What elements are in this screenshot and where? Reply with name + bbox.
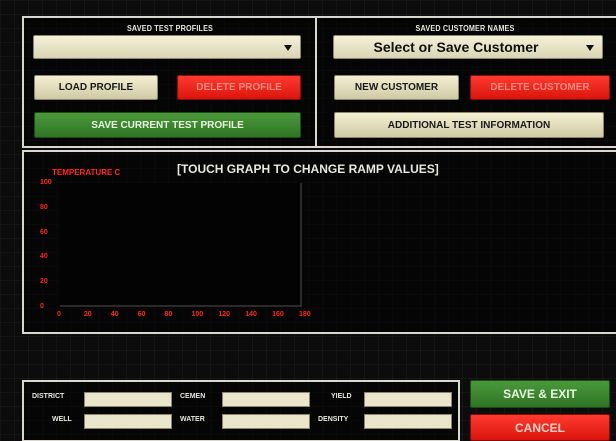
delete-customer-button[interactable]: DELETE CUSTOMER: [470, 75, 610, 100]
x-tick-label: 180: [299, 311, 311, 318]
x-tick-label: 140: [245, 311, 257, 318]
water-field[interactable]: [222, 414, 310, 429]
ramp-graph-plot[interactable]: [60, 183, 302, 307]
x-tick-label: 160: [272, 311, 284, 318]
top-panel-divider: [315, 18, 317, 146]
district-field[interactable]: [84, 392, 172, 407]
graph-instruction: [TOUCH GRAPH TO CHANGE RAMP VALUES]: [177, 162, 439, 176]
water-label: WATER: [180, 416, 205, 423]
profile-dropdown-value: [34, 36, 276, 58]
density-label: DENSITY: [318, 416, 349, 423]
graph-y-label: TEMPERATURE C: [52, 168, 121, 177]
x-tick-label: 40: [110, 311, 119, 318]
x-tick-label: 100: [191, 311, 204, 318]
customer-dropdown[interactable]: Select or Save Customer: [333, 35, 603, 59]
additional-info-button[interactable]: ADDITIONAL TEST INFORMATION: [334, 112, 604, 138]
save-exit-button[interactable]: SAVE & EXIT: [470, 380, 610, 408]
y-tick-label: 80: [40, 203, 48, 211]
new-customer-button[interactable]: NEW CUSTOMER: [334, 75, 459, 100]
x-tick-label: 60: [137, 311, 146, 318]
load-profile-button[interactable]: LOAD PROFILE: [34, 75, 158, 100]
customer-dropdown-value: Select or Save Customer: [373, 39, 539, 55]
save-profile-button[interactable]: SAVE CURRENT TEST PROFILE: [34, 112, 301, 138]
chevron-down-icon: [586, 45, 594, 51]
density-field[interactable]: [364, 414, 452, 429]
district-label: DISTRICT: [32, 393, 65, 400]
delete-profile-button[interactable]: DELETE PROFILE: [177, 75, 301, 100]
well-label: WELL: [52, 416, 72, 423]
cancel-button[interactable]: CANCEL: [470, 414, 610, 441]
y-tick-label: 100: [40, 179, 52, 186]
y-tick-label: 0: [40, 303, 44, 310]
y-tick-label: 40: [40, 253, 48, 261]
profile-dropdown[interactable]: [33, 35, 301, 59]
y-tick-label: 60: [40, 228, 48, 236]
app-screen: SAVED TEST PROFILES LOAD PROFILE DELETE …: [0, 0, 616, 441]
x-tick-label: 0: [57, 311, 61, 318]
yield-field[interactable]: [364, 392, 452, 407]
well-field[interactable]: [84, 414, 172, 429]
saved-profiles-label: SAVED TEST PROFILES: [126, 24, 214, 33]
cement-field[interactable]: [222, 392, 310, 407]
x-tick-label: 20: [83, 311, 92, 318]
yield-label: YIELD: [331, 393, 352, 400]
chevron-down-icon: [284, 45, 292, 51]
saved-customers-label: SAVED CUSTOMER NAMES: [415, 24, 515, 33]
y-tick-label: 20: [40, 278, 48, 286]
x-tick-label: 80: [164, 311, 173, 318]
cement-label: CEMEN: [180, 393, 206, 400]
test-info-panel: [22, 380, 460, 441]
x-tick-label: 120: [218, 311, 231, 318]
